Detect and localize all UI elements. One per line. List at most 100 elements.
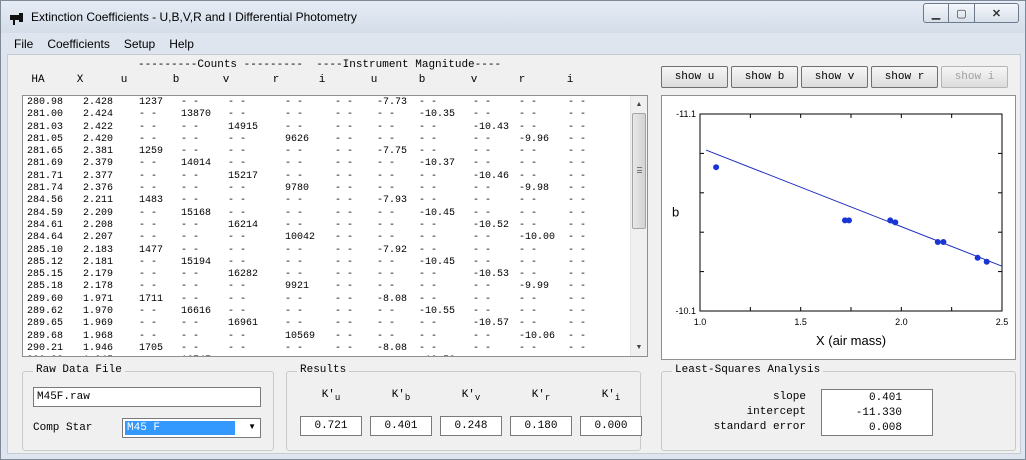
table-row[interactable]: 284.64 2.207 - - - - - - 10042 - - - - - - - - -10… bbox=[23, 232, 627, 244]
table-row[interactable]: 281.69 2.379 - - 14014 - - - - - - - - -10.37 - -… bbox=[23, 158, 627, 170]
k-symbol: K' bbox=[531, 389, 545, 401]
window-controls: ▁ ▢ ✕ bbox=[923, 3, 1019, 23]
y-axis-label: b bbox=[672, 205, 679, 220]
table-cell: 284.61 bbox=[27, 219, 64, 231]
scroll-up-icon[interactable]: ▲ bbox=[631, 96, 647, 113]
table-row[interactable]: 281.05 2.420 - - - - - - 9626 - - - - - - - - -9.9… bbox=[23, 134, 627, 146]
chevron-down-icon[interactable]: ▼ bbox=[248, 422, 256, 431]
results-title: Results bbox=[297, 364, 350, 376]
x-tick-label: 1.5 bbox=[794, 317, 807, 327]
results-group: Results K'u 0.721 K'b 0.401 K'v 0.248 K'r 0.180… bbox=[286, 364, 642, 451]
table-cell: - - bbox=[519, 293, 538, 305]
table-cell: -10.46 bbox=[473, 170, 510, 182]
table-cell: - - bbox=[228, 109, 247, 121]
table-cell: - - bbox=[181, 232, 200, 244]
table-cell: -10.00 bbox=[519, 232, 556, 244]
table-row[interactable]: 289.68 1.968 - - - - - - 10569 - - - - - - - - -10… bbox=[23, 331, 627, 343]
table-row[interactable]: 284.61 2.208 - - - - 16214 - - - - - - - - -10.52… bbox=[23, 220, 627, 232]
vertical-scrollbar[interactable]: ▲ ▼ bbox=[630, 96, 647, 356]
table-cell: - - bbox=[335, 281, 354, 293]
table-row[interactable]: 280.98 2.428 1237 - - - - - - - - -7.73 - - - - - … bbox=[23, 97, 627, 109]
column-header: b bbox=[418, 74, 426, 86]
table-row[interactable]: 281.65 2.381 1259 - - - - - - - - -7.75 - - - - - … bbox=[23, 146, 627, 158]
show-b-button[interactable]: show b bbox=[731, 66, 798, 88]
grip-icon bbox=[637, 167, 642, 173]
table-cell: - - bbox=[181, 133, 200, 145]
table-cell: - - bbox=[519, 97, 538, 108]
table-cell: - - bbox=[473, 195, 492, 207]
table-cell: - - bbox=[228, 256, 247, 268]
table-cell: - - bbox=[377, 269, 396, 281]
table-cell: - - bbox=[181, 281, 200, 293]
close-button[interactable]: ✕ bbox=[975, 3, 1019, 23]
show-i-button[interactable]: show i bbox=[941, 66, 1008, 88]
table-row[interactable]: 285.10 2.183 1477 - - - - - - - - -7.92 - - - - - … bbox=[23, 245, 627, 257]
maximize-button[interactable]: ▢ bbox=[949, 3, 975, 23]
table-row[interactable]: 289.62 1.970 - - 16616 - - - - - - - - -10.55 - -… bbox=[23, 306, 627, 318]
scroll-down-icon[interactable]: ▼ bbox=[631, 339, 647, 356]
data-listbox[interactable]: 280.98 2.428 1237- -- -- -- - -7.73- -- -- … bbox=[22, 95, 648, 357]
menu-file[interactable]: File bbox=[7, 37, 40, 51]
lsq-slope-label: slope bbox=[772, 391, 806, 403]
table-cell: - - bbox=[335, 121, 354, 133]
table-row[interactable]: 289.60 1.971 1711 - - - - - - - - -8.08 - - - - - … bbox=[23, 294, 627, 306]
table-cell: - - bbox=[139, 256, 158, 268]
table-cell: 284.59 bbox=[27, 207, 64, 219]
menu-help[interactable]: Help bbox=[162, 37, 201, 51]
table-row[interactable]: 290.21 1.946 1705- -- -- -- - -8.08- -- -- … bbox=[23, 343, 627, 355]
show-u-button[interactable]: show u bbox=[661, 66, 728, 88]
table-row[interactable]: 285.15 2.179 - - - - 16282 - - - - - - - - -10.53… bbox=[23, 269, 627, 281]
table-cell: - - bbox=[568, 207, 587, 219]
k-value-i[interactable]: 0.000 bbox=[580, 416, 642, 436]
table-cell: - - bbox=[139, 133, 158, 145]
table-cell: - - bbox=[568, 306, 587, 318]
column-header: i bbox=[566, 74, 574, 86]
table-row[interactable]: 285.12 2.181 - - 15194 - - - - - - - - -10.45 - -… bbox=[23, 257, 627, 269]
table-cell: - - bbox=[419, 281, 438, 293]
table-cell: - - bbox=[473, 232, 492, 244]
table-cell: - - bbox=[335, 232, 354, 244]
table-row[interactable]: 284.56 2.211 1483 - - - - - - - - -7.93 - - - - - … bbox=[23, 195, 627, 207]
table-row[interactable]: 281.74 2.376 - - - - - - 9780 - - - - - - - - -9.9… bbox=[23, 183, 627, 195]
minimize-button[interactable]: ▁ bbox=[923, 3, 949, 23]
lsq-intercept-label: intercept bbox=[746, 406, 806, 418]
table-cell: - - bbox=[335, 330, 354, 342]
show-r-button[interactable]: show r bbox=[871, 66, 938, 88]
lsq-slope-value: 0.401 bbox=[868, 392, 902, 404]
table-cell: 285.12 bbox=[27, 256, 64, 268]
data-point bbox=[983, 258, 990, 265]
table-row[interactable]: 281.03 2.422 - - - - 14915 - - - - - - - - -10.43… bbox=[23, 122, 627, 134]
menu-setup[interactable]: Setup bbox=[117, 37, 162, 51]
scroll-thumb[interactable] bbox=[632, 113, 646, 229]
table-row[interactable]: 290.23 1.945 - - 16747 - - - - - - - - -10.56 - -… bbox=[23, 355, 627, 356]
table-cell: - - bbox=[519, 109, 538, 121]
table-cell: 9780 bbox=[285, 183, 310, 195]
table-row[interactable]: 289.65 1.969 - - - - 16961 - - - - - - - - -10.57… bbox=[23, 318, 627, 330]
k-value-r[interactable]: 0.180 bbox=[510, 416, 572, 436]
table-row[interactable]: 284.59 2.209 - - 15168 - - - - - - - - -10.45 - -… bbox=[23, 208, 627, 220]
table-cell: - - bbox=[228, 355, 246, 356]
table-row[interactable]: 281.71 2.377 - - - - 15217 - - - - - - - - -10.46… bbox=[23, 171, 627, 183]
table-cell: - - bbox=[377, 306, 396, 318]
title-bar[interactable]: Extinction Coefficients - U,B,V,R and I … bbox=[1, 1, 1025, 33]
k-value-u[interactable]: 0.721 bbox=[300, 416, 362, 436]
k-value-v[interactable]: 0.248 bbox=[440, 416, 502, 436]
table-cell: - - bbox=[335, 109, 354, 121]
table-cell: -7.73 bbox=[377, 97, 408, 108]
menu-coefficients[interactable]: Coefficients bbox=[40, 37, 116, 51]
table-row[interactable]: 285.18 2.178 - - - - - - 9921 - - - - - - - - -9.9… bbox=[23, 281, 627, 293]
comp-star-select[interactable]: M45 F ▼ bbox=[122, 418, 261, 438]
table-row[interactable]: 281.00 2.424 - - 13870 - - - - - - - - -10.35 - -… bbox=[23, 109, 627, 121]
window-title: Extinction Coefficients - U,B,V,R and I … bbox=[31, 10, 357, 24]
table-cell: - - bbox=[419, 219, 438, 231]
table-cell: - - bbox=[285, 121, 304, 133]
raw-file-field[interactable]: M45F.raw bbox=[33, 387, 261, 407]
table-cell: 1259 bbox=[139, 146, 164, 158]
table-cell: - - bbox=[519, 219, 538, 231]
show-v-button[interactable]: show v bbox=[801, 66, 868, 88]
table-cell: 10042 bbox=[285, 232, 316, 244]
k-value-b[interactable]: 0.401 bbox=[370, 416, 432, 436]
table-cell: 290.21 bbox=[27, 342, 64, 354]
table-cell: - - bbox=[228, 133, 247, 145]
table-cell: - - bbox=[285, 109, 304, 121]
